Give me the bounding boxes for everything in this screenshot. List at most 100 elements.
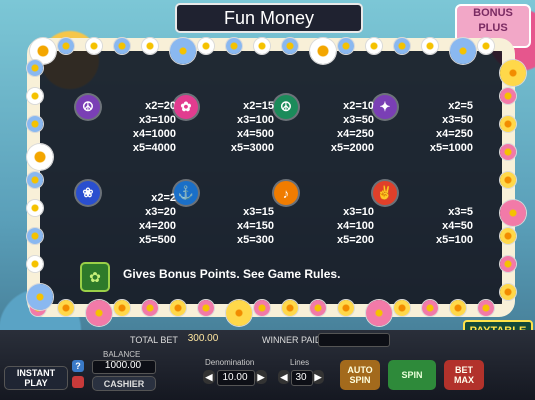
pay-value: x4=250 <box>435 128 473 140</box>
pay-value: x2=10 <box>343 100 374 112</box>
winner-paid-label: WINNER PAID <box>262 335 322 345</box>
paytable-entry: ❀ x2=2 x3=20 x4=200 x5=500 <box>76 181 176 251</box>
flower-decoration-icon <box>27 116 43 132</box>
denomination-decrease-button[interactable]: ◀ <box>203 370 215 384</box>
lines-decrease-button[interactable]: ◀ <box>278 370 290 384</box>
flower-decoration-icon <box>27 144 53 170</box>
paytable-entry: ✦ x2=5 x3=50 x4=250 x5=1000 <box>373 95 473 165</box>
flower-decoration-icon <box>27 256 43 272</box>
flower-decoration-icon <box>394 38 410 54</box>
game-title: Fun Money <box>175 3 363 33</box>
pay-value: x2=2 <box>151 192 176 204</box>
pay-value: x2=15 <box>243 100 274 112</box>
flower-decoration-icon <box>142 38 158 54</box>
flower-decoration-icon <box>86 38 102 54</box>
help-button[interactable]: ? <box>72 360 84 372</box>
auto-spin-button[interactable]: AUTO SPIN <box>340 360 380 390</box>
winner-paid-box <box>318 333 390 347</box>
flower-decoration-icon <box>226 300 252 326</box>
flower-decoration-icon <box>114 300 130 316</box>
flower-decoration-icon <box>114 38 130 54</box>
flower-decoration-icon <box>27 88 43 104</box>
balance-label: BALANCE <box>103 350 141 359</box>
victory-hand-icon: ✌ <box>373 181 397 205</box>
flower-decoration-icon <box>170 38 196 64</box>
lines-increase-button[interactable]: ▶ <box>312 370 324 384</box>
flower-decoration-icon <box>27 228 43 244</box>
sound-toggle-icon[interactable] <box>72 376 84 388</box>
pay-value: x4=50 <box>442 220 473 232</box>
control-bar: INSTANT PLAY ? BALANCE 1000.00 CASHIER T… <box>0 330 535 400</box>
total-bet-value: 300.00 <box>187 333 219 344</box>
total-bet-label: TOTAL BET <box>130 335 178 345</box>
flower-decoration-icon <box>310 38 336 64</box>
lines-label: Lines <box>290 358 310 367</box>
cashier-button[interactable]: CASHIER <box>92 376 156 391</box>
flower-decoration-icon <box>27 200 43 216</box>
pay-value: x4=1000 <box>132 128 176 140</box>
paytable-entry: ⚓ x3=15 x4=150 x5=300 <box>174 181 274 251</box>
flower-decoration-icon <box>478 38 494 54</box>
bonus-entry: ✿ Gives Bonus Points. See Game Rules. <box>80 262 400 292</box>
pay-value: x4=150 <box>236 220 274 232</box>
bonus-symbol-icon: ✿ <box>80 262 110 292</box>
pay-value: x5=200 <box>336 234 374 246</box>
flower-decoration-icon <box>254 300 270 316</box>
paytable-entry: ✌ x3=5 x4=50 x5=100 <box>373 181 473 251</box>
bet-max-button[interactable]: BET MAX <box>444 360 484 390</box>
flower-decoration-icon <box>500 256 516 272</box>
pay-value: x3=50 <box>343 114 374 126</box>
flower-decoration-icon <box>338 38 354 54</box>
flower-decoration-icon <box>500 200 526 226</box>
pay-value: x5=500 <box>138 234 176 246</box>
paytable-entry: ☮ x2=20 x3=100 x4=1000 x5=4000 <box>76 95 176 165</box>
pay-value: x4=100 <box>336 220 374 232</box>
denomination-value: 10.00 <box>222 372 248 383</box>
balance-value: 1000.00 <box>104 360 142 371</box>
guitar-icon: ♪ <box>274 181 298 205</box>
pay-value: x4=250 <box>336 128 374 140</box>
pay-value: x4=500 <box>236 128 274 140</box>
flower-decoration-icon <box>366 300 392 326</box>
flower-decoration-icon <box>58 300 74 316</box>
pay-value: x5=2000 <box>330 142 374 154</box>
pay-value: x5=4000 <box>132 142 176 154</box>
flower-decoration-icon <box>27 284 53 310</box>
flower-decoration-icon <box>500 284 516 300</box>
flower-decoration-icon <box>254 38 270 54</box>
flower-decoration-icon <box>422 300 438 316</box>
submarine-icon: ⚓ <box>174 181 198 205</box>
flower-decoration-icon <box>500 228 516 244</box>
pay-value: x3=5 <box>448 206 473 218</box>
flower-decoration-icon <box>478 300 494 316</box>
flower-decoration-icon <box>422 38 438 54</box>
bonus-description: Gives Bonus Points. See Game Rules. <box>123 267 341 281</box>
dove-icon: ✦ <box>373 95 397 119</box>
pay-value: x3=15 <box>243 206 274 218</box>
instant-play-button[interactable]: INSTANT PLAY <box>4 366 68 390</box>
spin-button[interactable]: SPIN <box>388 360 436 390</box>
flower-decoration-icon <box>27 60 43 76</box>
flower-decoration-icon <box>338 300 354 316</box>
flower-decoration-icon <box>282 38 298 54</box>
flower-decoration-icon <box>198 300 214 316</box>
paytable-entry: ✿ x2=15 x3=100 x4=500 x5=3000 <box>174 95 274 165</box>
denomination-increase-button[interactable]: ▶ <box>255 370 267 384</box>
flower-decoration-icon <box>450 300 466 316</box>
flower-decoration-icon <box>226 38 242 54</box>
lotus-icon: ✿ <box>174 95 198 119</box>
pay-value: x5=1000 <box>429 142 473 154</box>
flower-decoration-icon <box>500 88 516 104</box>
flower-decoration-icon <box>86 300 112 326</box>
green-peace-icon: ☮ <box>274 95 298 119</box>
flower-decoration-icon <box>450 38 476 64</box>
flower-decoration-icon <box>500 172 516 188</box>
flower-decoration-icon <box>282 300 298 316</box>
denomination-label: Denomination <box>205 358 255 367</box>
flower-decoration-icon <box>310 300 326 316</box>
pay-value: x3=10 <box>343 206 374 218</box>
flower-decoration-icon <box>500 60 526 86</box>
flower-decoration-icon <box>170 300 186 316</box>
flower-decoration-icon <box>500 144 516 160</box>
pay-value: x3=50 <box>442 114 473 126</box>
